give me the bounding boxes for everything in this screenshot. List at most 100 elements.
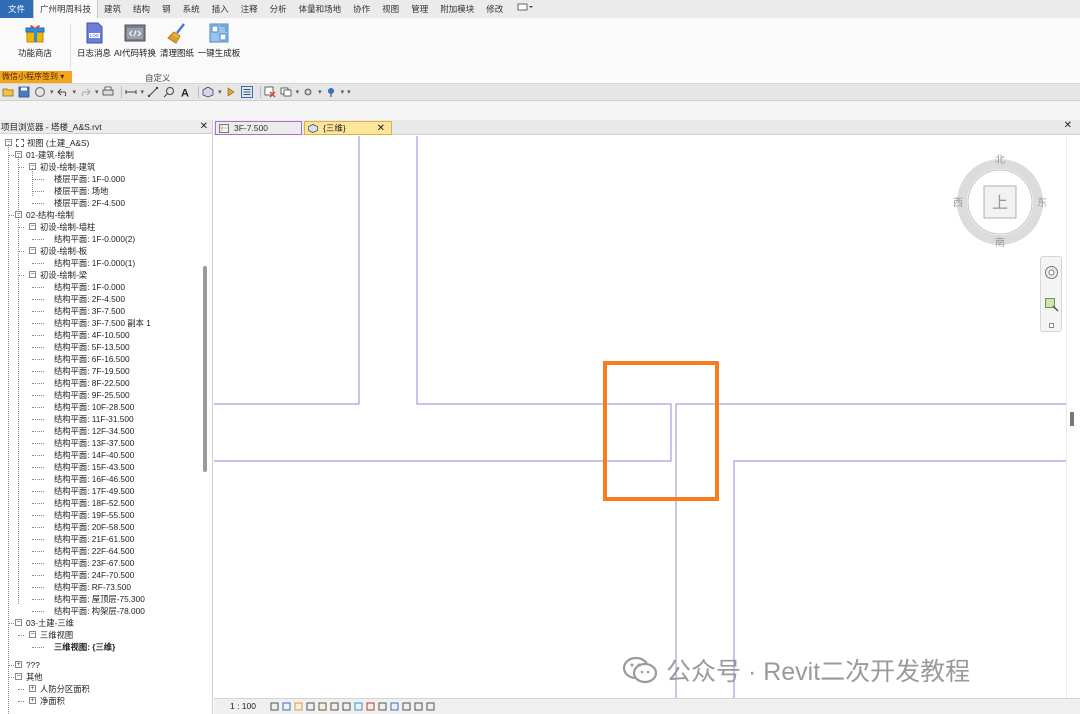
close-tab-icon[interactable]: ✕ <box>377 122 385 135</box>
tree-folder[interactable]: 初设-绘制-板 <box>40 245 87 257</box>
tree-view-item[interactable]: 结构平面: 屋顶层-75.300 <box>54 593 145 605</box>
switch-windows-dropdown-icon[interactable]: ▾ <box>296 88 300 96</box>
ribbon-tab[interactable]: 广州明周科技 <box>33 0 99 19</box>
tag-icon[interactable] <box>163 86 175 98</box>
tree-view-item[interactable]: 结构平面: 17F-49.500 <box>54 485 134 497</box>
collapse-icon[interactable]: − <box>29 271 36 278</box>
tree-folder[interactable]: 初设-绘制-墙柱 <box>40 221 95 233</box>
close-hidden-windows-icon[interactable] <box>264 86 276 98</box>
tree-view-item[interactable]: 结构平面: 1F-0.000 <box>54 281 125 293</box>
pin-dropdown-icon[interactable]: ▾ <box>341 88 345 96</box>
clean-drawing-button[interactable]: 清理图纸 <box>159 22 195 59</box>
tree-view-item[interactable]: 结构平面: 6F-16.500 <box>54 353 130 365</box>
tree-view-item[interactable]: 结构平面: 18F-52.500 <box>54 497 134 509</box>
tree-view-item[interactable]: 楼层平面: 2F-4.500 <box>54 197 125 209</box>
visual-style-icon[interactable] <box>282 702 291 711</box>
compass-south[interactable]: 南 <box>995 236 1005 249</box>
tree-view-item[interactable]: 三维视图: {三维} <box>54 641 115 653</box>
tree-view-item[interactable]: 楼层平面: 1F-0.000 <box>54 173 125 185</box>
collapse-icon[interactable]: − <box>29 631 36 638</box>
analytical-model-icon[interactable] <box>390 702 399 711</box>
tree-view-item[interactable]: 结构平面: 1F-0.000(2) <box>54 233 135 245</box>
expand-icon[interactable]: + <box>29 697 36 704</box>
3d-view-dropdown-icon[interactable]: ▾ <box>218 88 222 96</box>
tab-3d-view[interactable]: {三维} ✕ <box>304 121 392 135</box>
tree-view-item[interactable]: 结构平面: 14F-40.500 <box>54 449 134 461</box>
navbar-options-icon[interactable] <box>1049 323 1054 328</box>
switch-windows-icon[interactable] <box>280 86 292 98</box>
sun-path-icon[interactable] <box>294 702 303 711</box>
open-folder-icon[interactable] <box>2 86 14 98</box>
tree-view-item[interactable]: 结构平面: 20F-58.500 <box>54 521 134 533</box>
tree-view-item[interactable]: 结构平面: 15F-43.500 <box>54 461 134 473</box>
canvas-scroll-thumb[interactable] <box>1070 412 1074 426</box>
thin-lines-icon[interactable] <box>240 86 253 98</box>
tree-folder[interactable]: 人防分区面积 <box>40 683 90 695</box>
tree-view-item[interactable]: 结构平面: 10F-28.500 <box>54 401 134 413</box>
tree-folder[interactable]: 净面积 <box>40 695 65 707</box>
tree-folder[interactable]: 视图 (土建_A&S) <box>27 137 89 149</box>
tree-view-item[interactable]: 结构平面: 9F-25.500 <box>54 389 130 401</box>
temporary-hide-icon[interactable] <box>354 702 363 711</box>
undo-icon[interactable] <box>56 86 69 98</box>
compass-north[interactable]: 北 <box>995 154 1005 166</box>
tree-view-item[interactable]: 结构平面: 1F-0.000(1) <box>54 257 135 269</box>
compass-east[interactable]: 东 <box>1037 196 1047 209</box>
sync-icon[interactable] <box>34 86 46 98</box>
tree-view-item[interactable]: 结构平面: 11F-31.500 <box>54 413 134 425</box>
shadows-icon[interactable] <box>306 702 315 711</box>
ribbon-tab[interactable]: 视图 <box>376 0 405 18</box>
tree-folder[interactable]: 02-结构-绘制 <box>26 209 74 221</box>
expand-icon[interactable]: + <box>29 685 36 692</box>
render-icon[interactable] <box>318 702 327 711</box>
compass-west[interactable]: 西 <box>953 198 963 209</box>
ribbon-tab[interactable]: 系统 <box>177 0 206 18</box>
section-icon[interactable] <box>225 86 237 98</box>
tree-view-item[interactable]: 结构平面: 4F-10.500 <box>54 329 130 341</box>
viewcube-face-top[interactable]: 上 <box>992 193 1008 212</box>
reveal-hidden-icon[interactable] <box>366 702 375 711</box>
tree-folder[interactable]: 其他 <box>26 671 43 683</box>
wechat-checkin-dropdown[interactable]: 微信小程序签到 ▾ <box>0 71 72 83</box>
log-message-button[interactable]: LOG 日志消息 <box>76 22 112 59</box>
save-icon[interactable] <box>18 86 30 98</box>
tree-folder[interactable]: 初设-绘制-建筑 <box>40 161 95 173</box>
collapse-icon[interactable]: − <box>29 247 36 254</box>
ribbon-tab[interactable]: 体量和场地 <box>293 0 348 18</box>
feature-store-button[interactable]: 功能商店 <box>14 22 56 59</box>
ribbon-tab[interactable]: 文件 <box>0 0 34 18</box>
ribbon-tab[interactable]: 附加模块 <box>434 0 480 18</box>
tree-folder[interactable]: 初设-绘制-梁 <box>40 269 87 281</box>
expand-icon[interactable]: + <box>15 661 22 668</box>
tree-view-item[interactable]: 结构平面: 21F-61.500 <box>54 533 134 545</box>
ribbon-tab[interactable]: 协作 <box>347 0 376 18</box>
ribbon-tab[interactable]: 管理 <box>405 0 434 18</box>
tree-view-item[interactable]: 结构平面: 12F-34.500 <box>54 425 134 437</box>
redo-dropdown-icon[interactable]: ▾ <box>95 88 99 96</box>
steering-wheel-icon[interactable] <box>1044 265 1059 280</box>
ribbon-tab[interactable]: 修改 <box>480 0 509 18</box>
text-icon[interactable]: A <box>179 86 191 99</box>
view-scale[interactable]: 1 : 100 <box>230 699 256 714</box>
tree-view-item[interactable]: 结构平面: 3F-7.500 <box>54 305 125 317</box>
tree-view-item[interactable]: 结构平面: 22F-64.500 <box>54 545 134 557</box>
tree-view-item[interactable]: 结构平面: 23F-67.500 <box>54 557 134 569</box>
redo-icon[interactable] <box>79 86 91 98</box>
show-crop-icon[interactable] <box>342 702 351 711</box>
ribbon-tab[interactable]: 建筑 <box>98 0 127 18</box>
ribbon-tab[interactable]: 钢 <box>156 0 177 18</box>
viewcube[interactable]: 上 北 南 西 东 <box>950 150 1050 250</box>
ai-code-convert-button[interactable]: AI代码转换 <box>113 22 157 59</box>
tree-view-item[interactable]: 结构平面: RF-73.500 <box>54 581 131 593</box>
close-icon[interactable]: ✕ <box>200 120 208 134</box>
settings-dropdown-icon[interactable]: ▾ <box>318 88 322 96</box>
customize-toolbar-icon[interactable]: ▾ <box>347 88 351 96</box>
close-view-icon[interactable]: ✕ <box>1064 120 1072 131</box>
collapse-icon[interactable]: − <box>29 223 36 230</box>
generate-slab-button[interactable]: 一键生成板 <box>197 22 241 59</box>
tree-view-item[interactable]: 结构平面: 2F-4.500 <box>54 293 125 305</box>
measure-icon[interactable] <box>125 86 137 98</box>
tree-view-item[interactable]: 结构平面: 24F-70.500 <box>54 569 134 581</box>
browser-scrollbar[interactable] <box>203 266 207 472</box>
settings-icon[interactable] <box>302 86 314 98</box>
